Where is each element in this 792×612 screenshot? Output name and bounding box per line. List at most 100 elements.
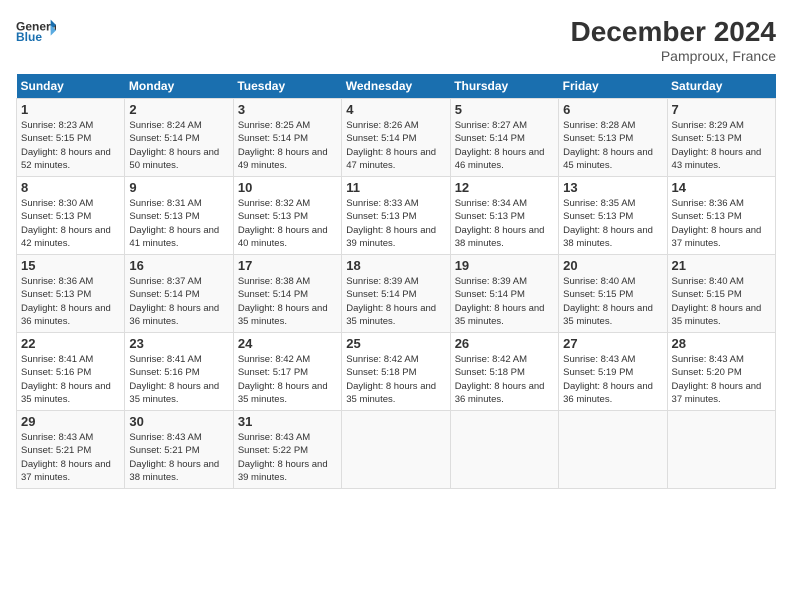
table-cell: 5 Sunrise: 8:27 AMSunset: 5:14 PMDayligh… [450,99,558,177]
calendar-header-row: Sunday Monday Tuesday Wednesday Thursday… [17,74,776,99]
table-cell: 26 Sunrise: 8:42 AMSunset: 5:18 PMDaylig… [450,333,558,411]
day-info: Sunrise: 8:23 AMSunset: 5:15 PMDaylight:… [21,119,120,172]
day-info: Sunrise: 8:24 AMSunset: 5:14 PMDaylight:… [129,119,228,172]
table-cell: 2 Sunrise: 8:24 AMSunset: 5:14 PMDayligh… [125,99,233,177]
table-cell: 1 Sunrise: 8:23 AMSunset: 5:15 PMDayligh… [17,99,125,177]
table-cell: 15 Sunrise: 8:36 AMSunset: 5:13 PMDaylig… [17,255,125,333]
calendar-table: Sunday Monday Tuesday Wednesday Thursday… [16,74,776,489]
day-number: 2 [129,102,228,117]
day-number: 30 [129,414,228,429]
table-cell: 22 Sunrise: 8:41 AMSunset: 5:16 PMDaylig… [17,333,125,411]
day-number: 26 [455,336,554,351]
table-cell: 21 Sunrise: 8:40 AMSunset: 5:15 PMDaylig… [667,255,775,333]
table-cell: 19 Sunrise: 8:39 AMSunset: 5:14 PMDaylig… [450,255,558,333]
col-saturday: Saturday [667,74,775,99]
table-cell: 30 Sunrise: 8:43 AMSunset: 5:21 PMDaylig… [125,411,233,489]
table-cell: 16 Sunrise: 8:37 AMSunset: 5:14 PMDaylig… [125,255,233,333]
day-info: Sunrise: 8:40 AMSunset: 5:15 PMDaylight:… [563,275,662,328]
table-cell: 4 Sunrise: 8:26 AMSunset: 5:14 PMDayligh… [342,99,450,177]
day-number: 21 [672,258,771,273]
day-number: 5 [455,102,554,117]
col-wednesday: Wednesday [342,74,450,99]
day-number: 10 [238,180,337,195]
table-cell: 14 Sunrise: 8:36 AMSunset: 5:13 PMDaylig… [667,177,775,255]
table-cell [559,411,667,489]
day-number: 9 [129,180,228,195]
day-info: Sunrise: 8:27 AMSunset: 5:14 PMDaylight:… [455,119,554,172]
table-cell: 10 Sunrise: 8:32 AMSunset: 5:13 PMDaylig… [233,177,341,255]
day-number: 18 [346,258,445,273]
calendar-body: 1 Sunrise: 8:23 AMSunset: 5:15 PMDayligh… [17,99,776,489]
col-sunday: Sunday [17,74,125,99]
day-info: Sunrise: 8:41 AMSunset: 5:16 PMDaylight:… [129,353,228,406]
day-info: Sunrise: 8:33 AMSunset: 5:13 PMDaylight:… [346,197,445,250]
day-number: 22 [21,336,120,351]
day-number: 17 [238,258,337,273]
table-cell: 23 Sunrise: 8:41 AMSunset: 5:16 PMDaylig… [125,333,233,411]
day-number: 6 [563,102,662,117]
table-cell [667,411,775,489]
day-number: 14 [672,180,771,195]
calendar-header: General Blue December 2024 Pamproux, Fra… [16,16,776,64]
title-section: December 2024 Pamproux, France [571,16,776,64]
month-title: December 2024 [571,16,776,48]
day-number: 15 [21,258,120,273]
day-info: Sunrise: 8:42 AMSunset: 5:17 PMDaylight:… [238,353,337,406]
table-cell: 8 Sunrise: 8:30 AMSunset: 5:13 PMDayligh… [17,177,125,255]
col-tuesday: Tuesday [233,74,341,99]
day-number: 31 [238,414,337,429]
day-info: Sunrise: 8:39 AMSunset: 5:14 PMDaylight:… [455,275,554,328]
day-info: Sunrise: 8:29 AMSunset: 5:13 PMDaylight:… [672,119,771,172]
table-cell [342,411,450,489]
day-info: Sunrise: 8:30 AMSunset: 5:13 PMDaylight:… [21,197,120,250]
day-info: Sunrise: 8:39 AMSunset: 5:14 PMDaylight:… [346,275,445,328]
day-number: 12 [455,180,554,195]
table-cell: 28 Sunrise: 8:43 AMSunset: 5:20 PMDaylig… [667,333,775,411]
day-info: Sunrise: 8:43 AMSunset: 5:22 PMDaylight:… [238,431,337,484]
day-number: 25 [346,336,445,351]
day-number: 19 [455,258,554,273]
table-cell: 9 Sunrise: 8:31 AMSunset: 5:13 PMDayligh… [125,177,233,255]
day-number: 7 [672,102,771,117]
day-info: Sunrise: 8:36 AMSunset: 5:13 PMDaylight:… [672,197,771,250]
day-number: 23 [129,336,228,351]
table-cell: 31 Sunrise: 8:43 AMSunset: 5:22 PMDaylig… [233,411,341,489]
day-info: Sunrise: 8:38 AMSunset: 5:14 PMDaylight:… [238,275,337,328]
table-cell: 24 Sunrise: 8:42 AMSunset: 5:17 PMDaylig… [233,333,341,411]
day-info: Sunrise: 8:31 AMSunset: 5:13 PMDaylight:… [129,197,228,250]
day-number: 11 [346,180,445,195]
table-cell [450,411,558,489]
day-info: Sunrise: 8:43 AMSunset: 5:21 PMDaylight:… [129,431,228,484]
day-info: Sunrise: 8:40 AMSunset: 5:15 PMDaylight:… [672,275,771,328]
day-number: 24 [238,336,337,351]
day-number: 20 [563,258,662,273]
col-thursday: Thursday [450,74,558,99]
logo: General Blue [16,16,56,44]
svg-text:Blue: Blue [16,30,42,44]
logo-icon: General Blue [16,16,56,44]
table-cell: 18 Sunrise: 8:39 AMSunset: 5:14 PMDaylig… [342,255,450,333]
table-cell: 6 Sunrise: 8:28 AMSunset: 5:13 PMDayligh… [559,99,667,177]
day-number: 29 [21,414,120,429]
table-cell: 29 Sunrise: 8:43 AMSunset: 5:21 PMDaylig… [17,411,125,489]
col-friday: Friday [559,74,667,99]
col-monday: Monday [125,74,233,99]
day-number: 28 [672,336,771,351]
day-info: Sunrise: 8:25 AMSunset: 5:14 PMDaylight:… [238,119,337,172]
calendar-container: General Blue December 2024 Pamproux, Fra… [0,0,792,497]
day-number: 27 [563,336,662,351]
day-number: 16 [129,258,228,273]
table-cell: 7 Sunrise: 8:29 AMSunset: 5:13 PMDayligh… [667,99,775,177]
table-cell: 17 Sunrise: 8:38 AMSunset: 5:14 PMDaylig… [233,255,341,333]
day-info: Sunrise: 8:43 AMSunset: 5:21 PMDaylight:… [21,431,120,484]
day-info: Sunrise: 8:42 AMSunset: 5:18 PMDaylight:… [455,353,554,406]
day-info: Sunrise: 8:35 AMSunset: 5:13 PMDaylight:… [563,197,662,250]
day-number: 8 [21,180,120,195]
day-info: Sunrise: 8:34 AMSunset: 5:13 PMDaylight:… [455,197,554,250]
day-info: Sunrise: 8:28 AMSunset: 5:13 PMDaylight:… [563,119,662,172]
day-number: 1 [21,102,120,117]
day-info: Sunrise: 8:37 AMSunset: 5:14 PMDaylight:… [129,275,228,328]
day-number: 4 [346,102,445,117]
table-cell: 25 Sunrise: 8:42 AMSunset: 5:18 PMDaylig… [342,333,450,411]
day-number: 3 [238,102,337,117]
